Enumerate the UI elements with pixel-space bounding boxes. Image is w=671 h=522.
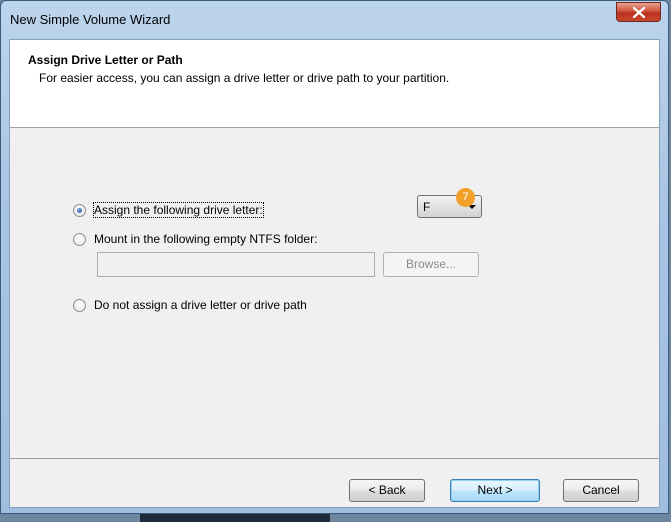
window-title: New Simple Volume Wizard xyxy=(10,12,171,27)
page-subtitle: For easier access, you can assign a driv… xyxy=(39,71,450,85)
assign-letter-radio[interactable] xyxy=(73,204,86,217)
page-title: Assign Drive Letter or Path xyxy=(28,53,183,67)
wizard-body: Assign Drive Letter or Path For easier a… xyxy=(9,39,660,508)
wizard-window: New Simple Volume Wizard Assign Drive Le… xyxy=(0,0,669,514)
mount-folder-radio[interactable] xyxy=(73,233,86,246)
footer-divider xyxy=(10,458,659,459)
step-badge: 7 xyxy=(456,188,475,207)
drive-letter-dropdown[interactable]: F 7 xyxy=(417,188,482,218)
folder-path-input[interactable] xyxy=(97,252,375,277)
wizard-header: Assign Drive Letter or Path For easier a… xyxy=(10,40,659,128)
assign-letter-label[interactable]: Assign the following drive letter: xyxy=(93,202,264,218)
title-bar[interactable]: New Simple Volume Wizard xyxy=(1,1,668,38)
back-button[interactable]: < Back xyxy=(349,479,425,502)
no-assign-radio[interactable] xyxy=(73,299,86,312)
mount-folder-label[interactable]: Mount in the following empty NTFS folder… xyxy=(94,232,317,246)
close-icon xyxy=(633,7,645,18)
next-button[interactable]: Next > xyxy=(450,479,540,502)
close-button[interactable] xyxy=(616,2,661,22)
no-assign-label[interactable]: Do not assign a drive letter or drive pa… xyxy=(94,298,307,312)
browse-button[interactable]: Browse... xyxy=(383,252,479,277)
taskbar-fragment xyxy=(140,514,330,522)
drive-letter-value: F xyxy=(423,200,431,214)
cancel-button[interactable]: Cancel xyxy=(563,479,639,502)
